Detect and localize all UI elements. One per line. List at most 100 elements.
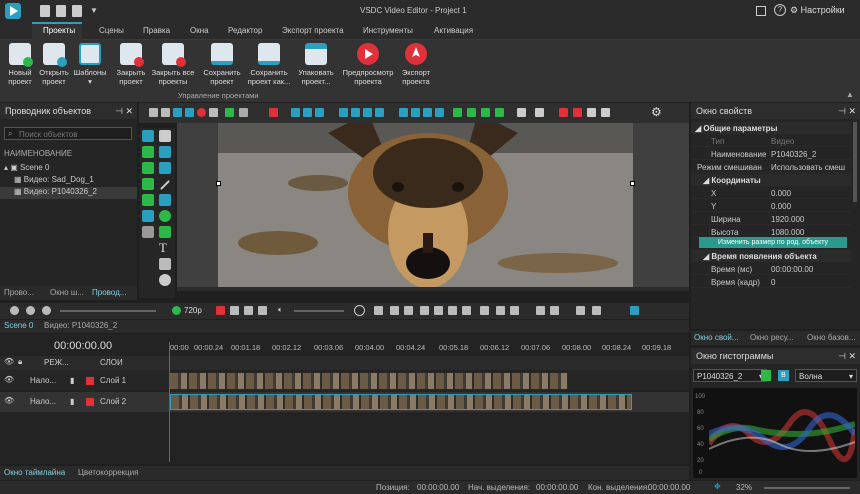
volume-slider[interactable] <box>294 310 344 312</box>
channel-green-toggle[interactable] <box>761 370 771 381</box>
histogram-mode-select[interactable]: Волна ▾ <box>795 369 857 382</box>
section-general[interactable]: ◢ Общие параметры <box>691 122 851 134</box>
close-all-projects-button[interactable]: Закрыть все проекты <box>148 43 198 86</box>
go-start-icon[interactable] <box>374 306 383 315</box>
align-middle-icon[interactable] <box>351 108 360 117</box>
grid-icon[interactable] <box>559 108 568 117</box>
tab-timeline[interactable]: Окно таймлайна <box>4 468 65 477</box>
size4-icon[interactable] <box>435 108 444 117</box>
menu-item-editor[interactable]: Редактор <box>228 26 262 35</box>
histogram-pin-icon[interactable]: ⊣ <box>838 351 846 362</box>
zoom-fit-icon[interactable] <box>42 306 51 315</box>
pack-project-button[interactable]: Упаковать проект... <box>294 43 338 86</box>
cursor-tool-icon[interactable] <box>159 130 171 142</box>
editor-settings-icon[interactable]: ⚙ <box>651 105 662 119</box>
align-top-icon[interactable] <box>339 108 348 117</box>
delete-icon[interactable] <box>197 108 206 117</box>
track-2-audio-icon[interactable]: ▮ <box>70 397 74 406</box>
prev-frame-icon[interactable] <box>390 306 399 315</box>
menu-item-edit[interactable]: Правка <box>143 26 170 35</box>
clip-p1040326[interactable] <box>170 394 632 410</box>
status-zoom-slider[interactable] <box>764 487 850 489</box>
puzzle-tool-icon[interactable] <box>159 226 171 238</box>
snap-tl-icon[interactable] <box>592 306 601 315</box>
preview-project-button[interactable]: Предпросмотр проекта <box>340 43 396 86</box>
status-fit-icon[interactable]: ✥ <box>714 482 721 491</box>
prop-x-value[interactable]: 0.000 <box>771 189 791 198</box>
crop-icon[interactable] <box>209 108 218 117</box>
props-scrollbar[interactable] <box>853 122 857 202</box>
bubble-tool-icon[interactable] <box>159 274 171 286</box>
explorer-search-box[interactable]: ⌕ Поиск объектов <box>4 127 132 140</box>
shape-tool-icon[interactable] <box>159 194 171 206</box>
prop-y[interactable]: Y 0.000 <box>691 200 851 212</box>
explorer-pin-icon[interactable]: ⊣ <box>115 106 123 117</box>
snap-icon[interactable] <box>573 108 582 117</box>
transport-loop2-icon[interactable] <box>244 306 253 315</box>
save-project-as-button[interactable]: Сохранить проект как... <box>244 43 294 86</box>
move-tool-icon[interactable] <box>142 226 154 238</box>
group-icon[interactable] <box>517 108 526 117</box>
templates-button[interactable]: Шаблоны ▾ <box>71 43 109 86</box>
select-icon[interactable] <box>269 108 278 117</box>
track-row-1[interactable]: 👁︎ Нало... ▮ Слой 1 <box>0 371 689 391</box>
preview-scrollbar[interactable] <box>177 287 689 291</box>
new-project-button[interactable]: Новый проект <box>4 43 36 86</box>
clock-icon[interactable] <box>354 305 365 316</box>
paste-icon[interactable] <box>185 108 194 117</box>
tab-explorer-1[interactable]: Прово... <box>4 288 34 297</box>
person-tool-icon[interactable] <box>142 146 154 158</box>
prop-blend[interactable]: Режим смешиван Использовать смеш <box>691 161 851 173</box>
help-icon[interactable]: ? <box>774 4 786 16</box>
marker2-icon[interactable] <box>550 306 559 315</box>
visibility-header-icon[interactable]: 👁︎ <box>4 357 14 366</box>
track-1-eye-icon[interactable]: 👁︎ <box>4 375 14 384</box>
zoom-out-icon[interactable] <box>26 306 35 315</box>
marker3-icon[interactable] <box>576 306 585 315</box>
zoom-in-icon[interactable] <box>10 306 19 315</box>
tree-item-scene[interactable]: ▴ ▣ Scene 0 <box>0 163 137 175</box>
step-back-icon[interactable] <box>404 306 413 315</box>
cut-icon[interactable] <box>161 108 170 117</box>
qa-save-icon[interactable] <box>72 5 82 17</box>
settings-button[interactable]: ⚙ Настройки <box>790 5 845 16</box>
line-tool-icon[interactable] <box>160 180 170 190</box>
histogram-source-select[interactable]: P1040326_2 ▾ <box>693 369 767 382</box>
zoom-slider[interactable] <box>60 310 156 312</box>
size-icon[interactable] <box>399 108 408 117</box>
subtitle-tool-icon[interactable] <box>159 258 171 270</box>
go-end-icon[interactable] <box>462 306 471 315</box>
volume-icon[interactable]: 🔈︎ <box>278 305 283 315</box>
section-coords[interactable]: ◢ Координаты <box>691 174 851 186</box>
arrow-top-icon[interactable] <box>481 108 490 117</box>
tab-resources[interactable]: Окно ресу... <box>750 333 794 342</box>
align-center-icon[interactable] <box>303 108 312 117</box>
tree-item-video-1[interactable]: ▦ Видео: Sad_Dog_1 <box>0 175 137 187</box>
track-2-mode[interactable]: Нало... <box>30 397 56 406</box>
cursor-icon[interactable] <box>149 108 158 117</box>
selection-handle-tr[interactable] <box>630 181 635 186</box>
tab-explorer-3[interactable]: Провод... <box>92 288 126 297</box>
track-row-2[interactable]: 👁︎ Нало... ▮ Слой 2 <box>0 392 689 412</box>
playhead[interactable] <box>169 342 170 462</box>
props-close-icon[interactable]: ✕ <box>848 106 856 117</box>
clip-sad-dog[interactable] <box>170 373 568 389</box>
track-1-audio-icon[interactable]: ▮ <box>70 376 74 385</box>
comment-tool-icon[interactable] <box>159 162 171 174</box>
cut-clip-icon[interactable] <box>510 306 519 315</box>
lock-header-icon[interactable]: 🔒︎ <box>18 357 22 367</box>
align-left-icon[interactable] <box>291 108 300 117</box>
ellipse-tool-icon[interactable] <box>159 210 171 222</box>
prop-time-frame[interactable]: Время (кадр) 0 <box>691 276 851 288</box>
props-pin-icon[interactable]: ⊣ <box>838 106 846 117</box>
ungroup-icon[interactable] <box>535 108 544 117</box>
prop-time-frame-value[interactable]: 0 <box>771 278 775 287</box>
distribute-icon[interactable] <box>375 108 384 117</box>
tab-properties[interactable]: Окно свой... <box>694 333 739 342</box>
view2-icon[interactable] <box>601 108 610 117</box>
track-1-mode[interactable]: Нало... <box>30 376 56 385</box>
ribbon-collapse-icon[interactable]: ▲ <box>846 90 854 99</box>
chart-tool-icon[interactable] <box>142 210 154 222</box>
section-appear[interactable]: ◢ Время появления объекта <box>691 250 851 262</box>
size3-icon[interactable] <box>423 108 432 117</box>
